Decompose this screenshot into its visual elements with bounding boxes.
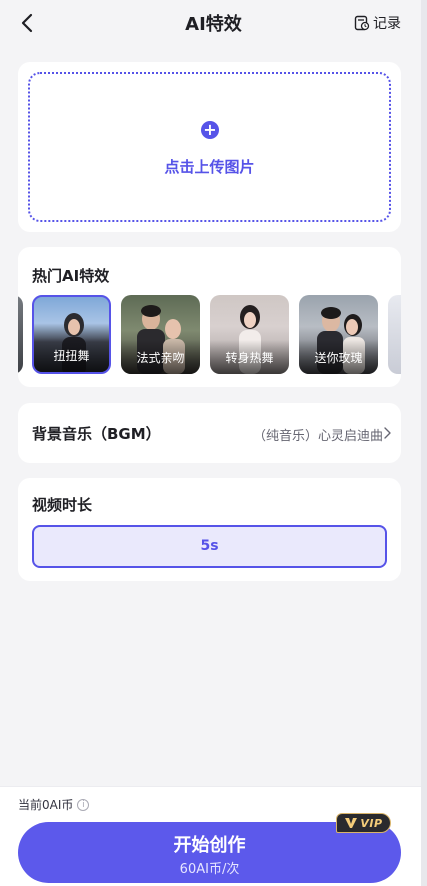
duration-option-5s[interactable]: 5s [32,525,387,568]
footer-bar: 当前0AI币 i 开始创作 60AI币/次 VIP [0,786,427,886]
effects-card: 热门AI特效 扭扭舞 法式亲吻 转身热舞 送你玫瑰 [18,247,401,387]
bgm-row[interactable]: 背景音乐（BGM） （纯音乐）心灵启迪曲 [18,403,401,463]
vip-badge: VIP [336,813,391,833]
effect-thumb-turn-dance[interactable]: 转身热舞 [210,295,289,374]
bgm-value: （纯音乐）心灵启迪曲 [252,429,383,444]
plus-circle-icon: + [201,121,219,139]
effects-title: 热门AI特效 [32,267,110,285]
start-create-label: 开始创作 [173,835,246,856]
scrollbar[interactable] [421,0,427,886]
vip-v-icon [345,818,358,828]
effect-label: 法式亲吻 [136,351,185,365]
effect-thumb-partial[interactable] [18,295,23,374]
price-label: 60AI币/次 [179,862,240,877]
records-label: 记录 [373,16,401,32]
effect-label: 送你玫瑰 [314,351,363,365]
records-button[interactable]: 记录 [354,13,401,33]
duration-title: 视频时长 [32,496,93,514]
info-icon[interactable]: i [77,798,90,811]
start-create-button[interactable]: 开始创作 60AI币/次 VIP [18,813,401,883]
vip-text: VIP [360,816,383,830]
coin-balance: 当前0AI币 i [18,796,90,813]
upload-card: + 点击上传图片 [18,62,401,232]
effect-thumb-french-kiss[interactable]: 法式亲吻 [121,295,200,374]
bgm-label: 背景音乐（BGM） [32,425,161,443]
upload-area[interactable]: + 点击上传图片 [28,72,391,222]
upload-label: 点击上传图片 [164,158,255,176]
effect-label: 转身热舞 [225,351,274,365]
duration-card: 视频时长 5s [18,478,401,581]
effect-thumb-roses[interactable]: 送你玫瑰 [299,295,378,374]
effect-label: 扭扭舞 [53,349,90,363]
chevron-right-icon [384,427,391,439]
header-bar: AI特效 记录 [0,0,427,46]
coin-balance-text: 当前0AI币 [18,798,74,812]
effect-thumb-niuniu[interactable]: 扭扭舞 [32,295,111,374]
effect-thumb-partial[interactable] [388,295,401,374]
record-list-icon [354,15,370,31]
